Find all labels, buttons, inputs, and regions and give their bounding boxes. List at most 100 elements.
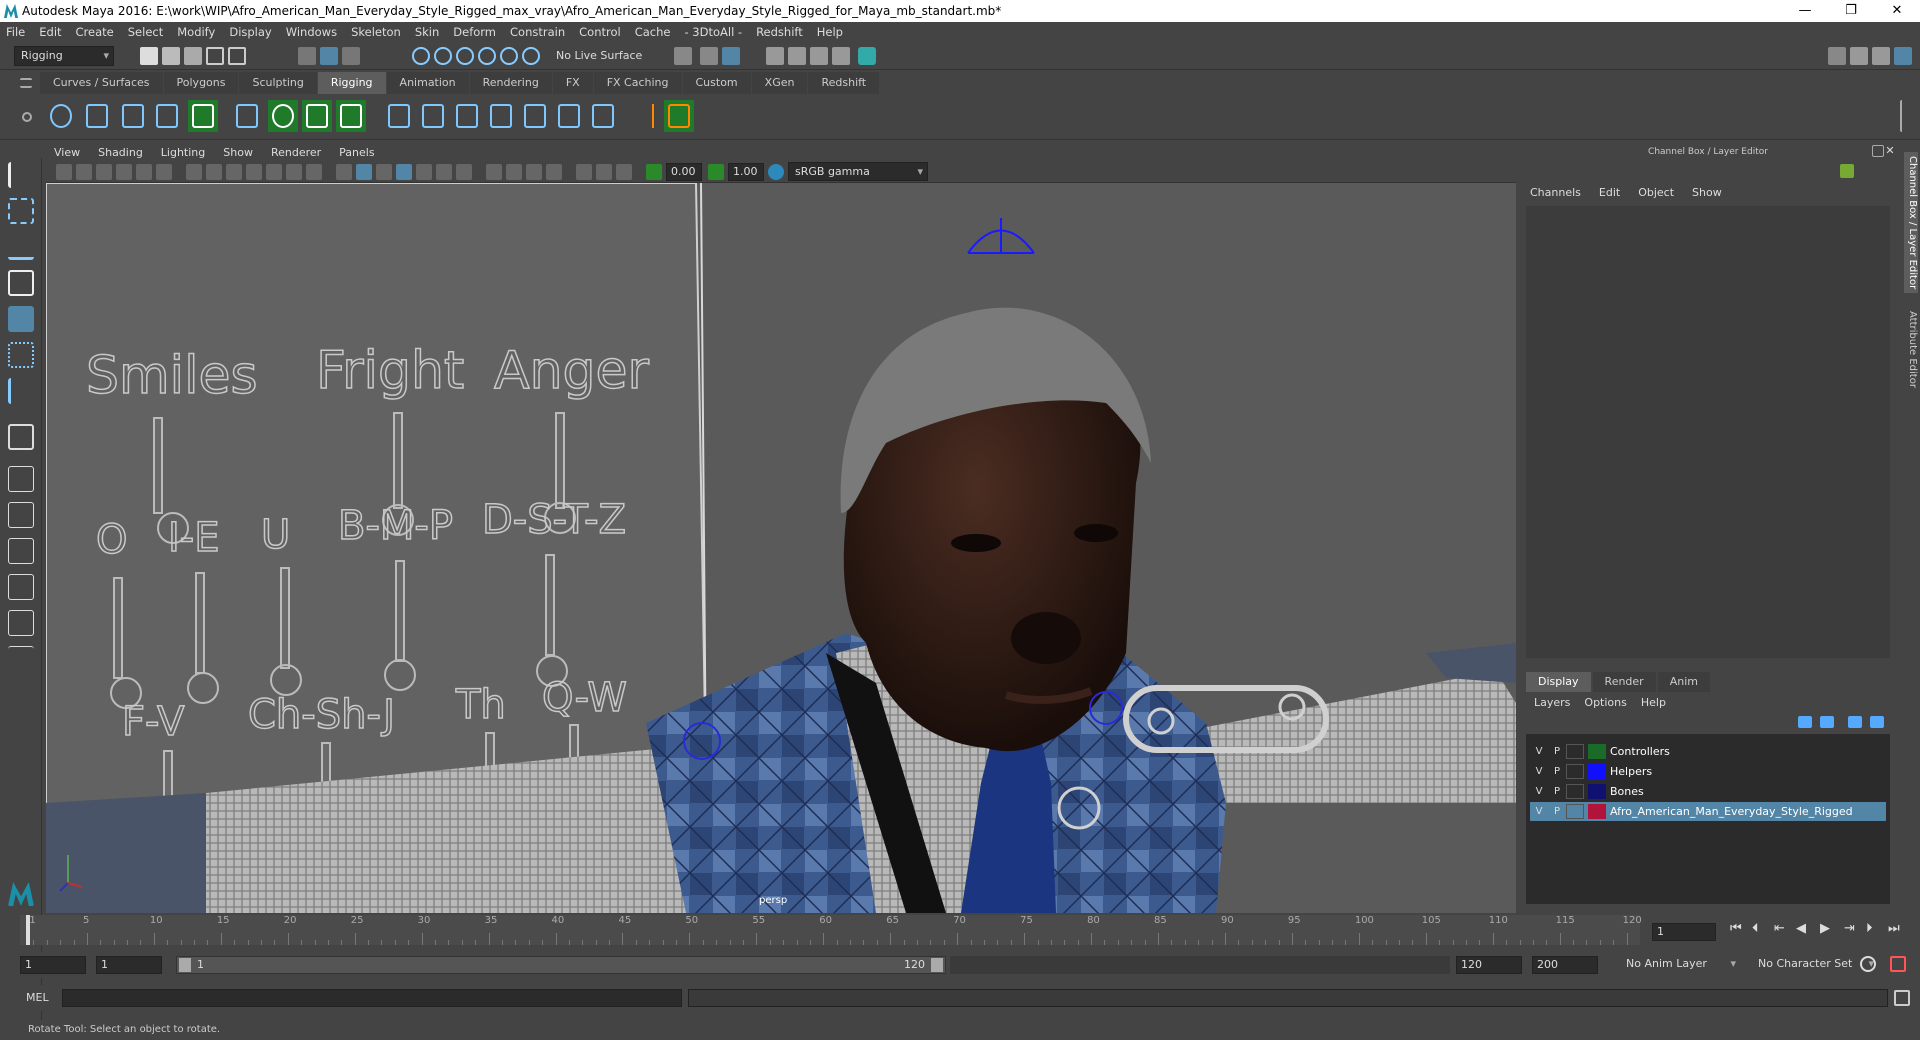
snap-view-plane-icon[interactable] [478, 47, 496, 65]
vp-menu-shading[interactable]: Shading [98, 146, 143, 159]
persp-node-editor-icon[interactable] [8, 610, 34, 636]
playback-end-field[interactable]: 120 [1456, 956, 1522, 974]
layer-color-swatch[interactable] [1588, 764, 1606, 779]
go-to-end-icon[interactable]: ⏭ [1888, 921, 1900, 936]
menu-skin[interactable]: Skin [415, 25, 439, 39]
rotate-tool-icon[interactable] [8, 306, 34, 332]
redo-icon[interactable] [228, 47, 246, 65]
vp-menu-show[interactable]: Show [223, 146, 253, 159]
color-management-icon[interactable] [768, 164, 784, 180]
select-camera-icon[interactable] [56, 164, 72, 180]
scale-constraint-icon[interactable] [520, 100, 550, 132]
menu-modify[interactable]: Modify [177, 25, 215, 39]
side-tab-attribute-editor[interactable]: Attribute Editor [1904, 307, 1918, 392]
render-settings-icon[interactable] [832, 47, 850, 65]
channel-box-toggle-icon[interactable] [1894, 47, 1912, 65]
image-plane-icon[interactable] [116, 164, 132, 180]
layer-display-type[interactable] [1566, 804, 1584, 819]
grease-pencil-icon[interactable] [156, 164, 172, 180]
xray-components-icon[interactable] [616, 164, 632, 180]
playback-start-field[interactable]: 1 [96, 956, 162, 974]
manipulator-icon[interactable] [1840, 164, 1854, 178]
go-to-start-icon[interactable]: ⏮ [1730, 921, 1742, 936]
select-hierarchy-icon[interactable] [298, 47, 316, 65]
layer-visibility-toggle[interactable]: V [1530, 806, 1548, 817]
layer-display-type[interactable] [1566, 784, 1584, 799]
gamma-field[interactable]: 1.00 [728, 163, 764, 181]
layer-playback-toggle[interactable]: P [1548, 766, 1566, 777]
menu-file[interactable]: File [6, 25, 25, 39]
layer-visibility-toggle[interactable]: V [1530, 786, 1548, 797]
select-component-icon[interactable] [342, 47, 360, 65]
menu-select[interactable]: Select [128, 25, 163, 39]
bookmark-icon[interactable] [96, 164, 112, 180]
motion-blur-icon[interactable] [486, 164, 502, 180]
shelf-tab-sculpting[interactable]: Sculpting [239, 72, 317, 94]
smooth-shade-icon[interactable] [356, 164, 372, 180]
wireframe-on-shaded-icon[interactable] [376, 164, 392, 180]
mirror-joint-icon[interactable] [118, 100, 148, 132]
layer-menu-options[interactable]: Options [1584, 696, 1626, 709]
range-slider[interactable]: 1 120 [176, 956, 946, 974]
play-forwards-icon[interactable]: ▶ [1820, 921, 1830, 936]
new-empty-layer-icon[interactable] [1848, 716, 1862, 728]
shelf-tab-polygons[interactable]: Polygons [163, 72, 239, 94]
anim-layer-dropdown[interactable]: No Anim Layer [1620, 955, 1740, 975]
render-frame-icon[interactable] [788, 47, 806, 65]
menu-set-dropdown[interactable]: Rigging [14, 46, 114, 66]
tool-settings-toggle-icon[interactable] [1872, 47, 1890, 65]
open-scene-icon[interactable] [162, 47, 180, 65]
output-ops-icon[interactable] [700, 47, 718, 65]
menu-control[interactable]: Control [579, 25, 621, 39]
layer-row[interactable]: V P Bones [1530, 782, 1886, 801]
field-chart-icon[interactable] [266, 164, 282, 180]
point-constraint-icon[interactable] [452, 100, 482, 132]
vp-menu-view[interactable]: View [54, 146, 80, 159]
smooth-bind-icon[interactable] [302, 100, 332, 132]
cb-menu-object[interactable]: Object [1638, 186, 1674, 199]
play-backwards-icon[interactable]: ◀ [1796, 921, 1806, 936]
shelf-tab-animation[interactable]: Animation [386, 72, 469, 94]
locator-icon[interactable] [628, 100, 658, 132]
layer-tab-display[interactable]: Display [1526, 672, 1591, 692]
use-all-lights-icon[interactable] [416, 164, 432, 180]
layer-tab-render[interactable]: Render [1592, 672, 1656, 692]
range-start-handle[interactable] [179, 958, 191, 972]
menu-constrain[interactable]: Constrain [510, 25, 565, 39]
menu-help[interactable]: Help [817, 25, 843, 39]
insert-joint-icon[interactable] [82, 100, 112, 132]
step-back-key-icon[interactable]: ⇤ [1774, 921, 1785, 936]
step-forward-frame-icon[interactable]: ⏵ [1866, 921, 1873, 936]
interactive-bind-icon[interactable] [336, 100, 366, 132]
isolate-select-icon[interactable] [546, 164, 562, 180]
screen-space-ao-icon[interactable] [456, 164, 472, 180]
close-button[interactable]: ✕ [1874, 0, 1920, 22]
vp-menu-panels[interactable]: Panels [339, 146, 374, 159]
layer-row[interactable]: V P Controllers [1530, 742, 1886, 761]
depth-of-field-icon[interactable] [526, 164, 542, 180]
parent-constraint-icon[interactable] [418, 100, 448, 132]
vp-menu-renderer[interactable]: Renderer [271, 146, 321, 159]
menu-3dtoall[interactable]: - 3DtoAll - [684, 25, 742, 39]
last-tool-icon[interactable] [8, 378, 34, 404]
shelf-tab-rigging[interactable]: Rigging [317, 72, 386, 94]
camera-attributes-icon[interactable] [76, 164, 92, 180]
menu-edit[interactable]: Edit [39, 25, 61, 39]
menu-display[interactable]: Display [229, 25, 271, 39]
shelf-settings-icon[interactable] [22, 112, 32, 122]
step-back-frame-icon[interactable]: ⏴ [1752, 921, 1759, 936]
script-editor-icon[interactable] [1894, 990, 1910, 1006]
orient-constraint-icon[interactable] [486, 100, 516, 132]
layer-playback-toggle[interactable]: P [1548, 786, 1566, 797]
hypershade-icon[interactable] [858, 47, 876, 65]
new-layer-from-selection-icon[interactable] [1870, 716, 1884, 728]
current-time-field[interactable]: 1 [1652, 923, 1716, 941]
shelf-tab-custom[interactable]: Custom [682, 72, 751, 94]
paint-select-tool-icon[interactable] [8, 234, 34, 260]
layer-display-type[interactable] [1566, 764, 1584, 779]
grid-icon[interactable] [186, 164, 202, 180]
layout-options-icon[interactable] [8, 646, 34, 672]
side-tab-channel-box[interactable]: Channel Box / Layer Editor [1904, 152, 1918, 294]
perspective-viewport[interactable]: Smiles Fright Anger O I-E U B-M-P D-S-T-… [46, 183, 1516, 913]
shelf-tab-fx-caching[interactable]: FX Caching [593, 72, 682, 94]
